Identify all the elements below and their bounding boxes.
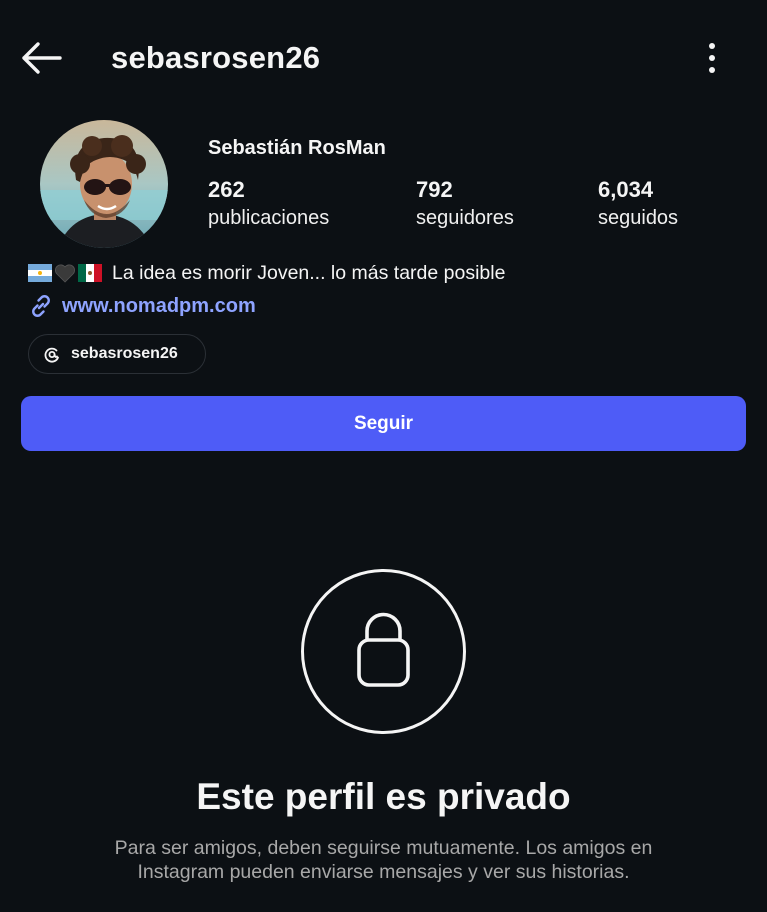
following-label: seguidos — [598, 207, 679, 229]
followers-label: seguidores — [416, 207, 514, 229]
page-title: sebasrosen26 — [111, 40, 321, 75]
vertical-dots-icon — [709, 43, 715, 73]
argentina-flag-icon — [28, 264, 52, 282]
website-link[interactable]: www.nomadpm.com — [28, 293, 256, 319]
bio-emojis — [28, 263, 102, 283]
threads-handle: sebasrosen26 — [71, 345, 178, 362]
back-button[interactable] — [18, 38, 66, 78]
posts-count: 262 — [208, 177, 245, 202]
following-count: 6,034 — [598, 177, 654, 202]
black-heart-icon — [55, 264, 75, 283]
mexico-flag-icon — [78, 264, 102, 282]
private-profile-description: Para ser amigos, deben seguirse mutuamen… — [114, 837, 653, 883]
followers-stat[interactable]: 792 seguidores — [416, 176, 514, 232]
website-link-text: www.nomadpm.com — [62, 294, 256, 317]
threads-badge[interactable]: sebasrosen26 — [28, 334, 206, 374]
bio-text: La idea es morir Joven... lo más tarde p… — [112, 262, 506, 284]
follow-button[interactable]: Seguir — [21, 396, 746, 451]
lock-icon — [301, 569, 466, 734]
avatar-image — [40, 120, 168, 248]
more-options-button[interactable] — [696, 40, 728, 78]
following-stat[interactable]: 6,034 seguidos — [598, 176, 678, 232]
display-name: Sebastián RosMan — [208, 137, 386, 159]
followers-count: 792 — [416, 177, 453, 202]
link-icon — [32, 295, 50, 317]
arrow-left-icon — [22, 42, 62, 74]
threads-icon — [44, 347, 59, 363]
lock-badge — [300, 568, 467, 735]
posts-stat[interactable]: 262 publicaciones — [208, 176, 329, 232]
posts-label: publicaciones — [208, 207, 330, 229]
top-bar: sebasrosen26 — [0, 0, 767, 118]
bio: La idea es morir Joven... lo más tarde p… — [28, 260, 505, 286]
private-profile-title: Este perfil es privado — [196, 776, 571, 817]
avatar[interactable] — [40, 120, 168, 248]
